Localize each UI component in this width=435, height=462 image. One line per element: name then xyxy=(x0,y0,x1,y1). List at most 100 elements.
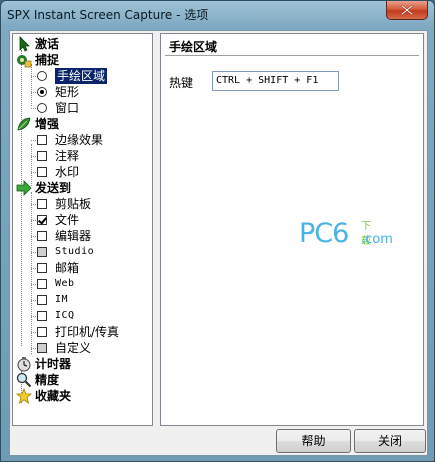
tree-item-annotation[interactable]: 注释 xyxy=(13,148,152,164)
tree-item-label: Web xyxy=(55,278,75,289)
tree-line xyxy=(31,108,36,109)
checkbox[interactable] xyxy=(37,327,47,337)
tree-item-freehand-region[interactable]: 手绘区域 xyxy=(13,68,152,84)
tree-item-label: ICQ xyxy=(55,310,75,321)
tree-item-capture[interactable]: 捕捉 xyxy=(13,52,152,68)
leaf-icon xyxy=(16,116,32,132)
checkbox[interactable] xyxy=(37,167,47,177)
radio-button[interactable] xyxy=(37,87,47,97)
checkbox[interactable] xyxy=(37,199,47,209)
window-title: SPX Instant Screen Capture - 选项 xyxy=(7,8,209,22)
close-icon xyxy=(401,5,413,15)
tree-item-label: 邮箱 xyxy=(55,261,80,275)
settings-panel: 手绘区域 热键 CTRL + SHIFT + F1 PC6 下载 .com xyxy=(160,33,424,426)
close-button[interactable]: 关闭 xyxy=(354,429,426,453)
tree-item-rectangle[interactable]: 矩形 xyxy=(13,84,152,100)
tree-item-label: Studio xyxy=(55,246,95,257)
tree-item-activate[interactable]: 激话 xyxy=(13,36,152,52)
tree-item-email[interactable]: 邮箱 xyxy=(13,260,152,276)
tree-item-label: 激话 xyxy=(35,37,60,51)
hotkey-label: 热键 xyxy=(169,76,194,90)
checkbox[interactable] xyxy=(37,343,47,353)
tree-item-icq[interactable]: ICQ xyxy=(13,308,152,324)
tree-line xyxy=(31,252,36,253)
checkbox[interactable] xyxy=(37,247,47,257)
tree-item-label: 捕捉 xyxy=(35,53,60,67)
tree-item-label: 打印机/传真 xyxy=(55,325,120,339)
window-close-button[interactable] xyxy=(386,1,428,20)
tree-item-label: IM xyxy=(55,294,69,305)
tree-item-label: 边缘效果 xyxy=(55,133,104,147)
panel-divider xyxy=(165,55,419,56)
tree-item-label: 窗口 xyxy=(55,101,80,115)
tree-line xyxy=(31,140,36,141)
tree-item-timer[interactable]: 计时器 xyxy=(13,356,152,372)
magnifier-icon xyxy=(16,372,32,388)
tree-line xyxy=(31,156,36,157)
tree-line xyxy=(31,220,36,221)
options-tree[interactable]: 激话 捕捉 手绘区域 矩形 窗口 增强 边缘效果 注释 水印 发送到 剪贴板 文… xyxy=(12,33,153,426)
tree-item-label: 注释 xyxy=(55,149,80,163)
tree-line xyxy=(31,172,36,173)
tree-item-label: 计时器 xyxy=(35,357,72,371)
tree-item-label: 收藏夹 xyxy=(35,389,72,403)
options-window: SPX Instant Screen Capture - 选项 激话 捕捉 手绘… xyxy=(0,0,435,462)
checkbox[interactable] xyxy=(37,263,47,273)
tree-item-favorites[interactable]: 收藏夹 xyxy=(13,387,152,404)
watermark-com-text: .com xyxy=(361,232,393,247)
tree-item-studio[interactable]: Studio xyxy=(13,244,152,260)
tree-line xyxy=(31,300,36,301)
tree-item-edge-effect[interactable]: 边缘效果 xyxy=(13,132,152,148)
capture-icon xyxy=(16,52,32,68)
tree-item-label: 矩形 xyxy=(55,85,80,99)
tree-item-label: 水印 xyxy=(55,165,80,179)
tree-line xyxy=(31,76,36,77)
tree-item-label: 编辑器 xyxy=(55,229,92,243)
tree-line xyxy=(31,348,36,349)
checkbox[interactable] xyxy=(37,215,47,225)
checkbox[interactable] xyxy=(37,135,47,145)
tree-item-label: 精度 xyxy=(35,373,60,387)
checkbox[interactable] xyxy=(37,151,47,161)
send-arrow-icon xyxy=(16,180,32,196)
tree-line xyxy=(31,284,36,285)
cursor-icon xyxy=(16,36,32,52)
hotkey-field[interactable]: CTRL + SHIFT + F1 xyxy=(212,71,339,91)
tree-item-label: 剪贴板 xyxy=(55,197,92,211)
tree-item-watermark[interactable]: 水印 xyxy=(13,164,152,180)
tree-item-precision[interactable]: 精度 xyxy=(13,372,152,388)
tree-item-im[interactable]: IM xyxy=(13,292,152,308)
help-button[interactable]: 帮助 xyxy=(276,429,351,453)
tree-line xyxy=(31,204,36,205)
tree-line xyxy=(31,332,36,333)
dialog-client-area: 激话 捕捉 手绘区域 矩形 窗口 增强 边缘效果 注释 水印 发送到 剪贴板 文… xyxy=(9,30,428,456)
tree-line xyxy=(31,268,36,269)
checkbox[interactable] xyxy=(37,231,47,241)
watermark-pc6-text: PC6 xyxy=(299,218,349,249)
tree-item-send-to[interactable]: 发送到 xyxy=(13,180,152,196)
radio-button[interactable] xyxy=(37,71,47,81)
tree-item-enhance[interactable]: 增强 xyxy=(13,116,152,132)
checkbox[interactable] xyxy=(37,295,47,305)
tree-line xyxy=(31,236,36,237)
tree-item-label: 自定义 xyxy=(55,341,92,355)
tree-item-file[interactable]: 文件 xyxy=(13,212,152,228)
tree-item-printer-fax[interactable]: 打印机/传真 xyxy=(13,324,152,340)
timer-icon xyxy=(16,356,32,372)
title-bar[interactable]: SPX Instant Screen Capture - 选项 xyxy=(1,1,434,27)
star-icon xyxy=(15,387,33,404)
radio-button[interactable] xyxy=(37,103,47,113)
tree-item-custom[interactable]: 自定义 xyxy=(13,340,152,356)
tree-item-editor[interactable]: 编辑器 xyxy=(13,228,152,244)
tree-item-web[interactable]: Web xyxy=(13,276,152,292)
panel-title: 手绘区域 xyxy=(169,40,218,54)
tree-line xyxy=(31,92,36,93)
tree-item-clipboard[interactable]: 剪贴板 xyxy=(13,196,152,212)
tree-line xyxy=(31,316,36,317)
tree-item-label: 发送到 xyxy=(35,181,72,195)
tree-item-window[interactable]: 窗口 xyxy=(13,100,152,116)
checkbox[interactable] xyxy=(37,311,47,321)
tree-item-label: 文件 xyxy=(55,213,80,227)
checkbox[interactable] xyxy=(37,279,47,289)
tree-item-label: 增强 xyxy=(35,117,60,131)
